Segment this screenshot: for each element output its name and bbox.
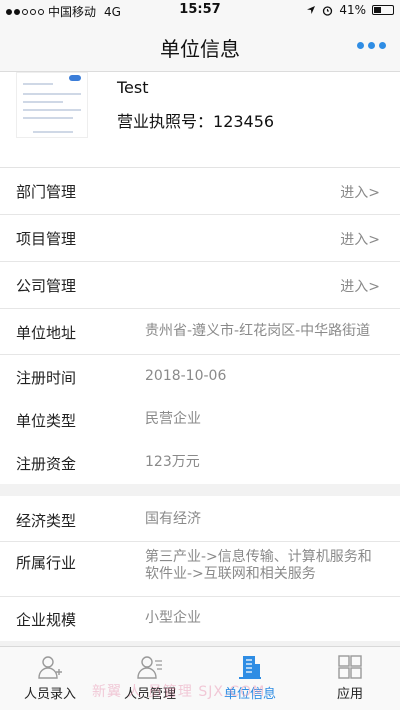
row-value: 国有经济 <box>145 511 201 527</box>
tab-apps[interactable]: 应用 <box>300 647 400 710</box>
company-header: Test 营业执照号：123456 <box>0 72 400 168</box>
registered-capital-row: 注册资金 123万元 <box>0 441 400 484</box>
battery-icon <box>372 5 394 15</box>
row-value: 2018-10-06 <box>145 368 227 384</box>
company-management-row[interactable]: 公司管理 进入> <box>0 262 400 309</box>
row-label: 所属行业 <box>16 554 77 572</box>
license-label: 营业执照号： <box>117 112 214 131</box>
row-label: 公司管理 <box>16 277 77 295</box>
business-license-image[interactable] <box>16 72 88 138</box>
enter-link[interactable]: 进入> <box>340 229 380 249</box>
row-label: 企业规模 <box>16 611 77 629</box>
row-value: 第三产业->信息传输、计算机服务和软件业->互联网和相关服务 <box>145 549 372 582</box>
row-value: 民营企业 <box>145 411 201 427</box>
industry-row: 所属行业 第三产业->信息传输、计算机服务和软件业->互联网和相关服务 <box>0 542 400 597</box>
license-number-line: 营业执照号：123456 <box>117 108 274 132</box>
grid-apps-icon <box>338 655 362 679</box>
tab-label: 人员管理 <box>123 687 176 702</box>
row-label: 单位类型 <box>16 412 77 430</box>
management-section: 部门管理 进入> 项目管理 进入> 公司管理 进入> <box>0 168 400 309</box>
row-label: 部门管理 <box>16 183 77 201</box>
row-value: 贵州省-遵义市-红花岗区-中华路街道 <box>145 323 371 339</box>
battery-percent: 41% <box>339 3 366 17</box>
company-scale-row: 企业规模 小型企业 <box>0 597 400 641</box>
row-value: 123万元 <box>145 454 200 470</box>
department-management-row[interactable]: 部门管理 进入> <box>0 168 400 215</box>
company-name: Test <box>117 78 149 97</box>
more-dots-icon <box>357 42 364 49</box>
company-type-row: 单位类型 民营企业 <box>0 398 400 441</box>
tab-person-management[interactable]: 人员管理 <box>100 647 200 710</box>
navigation-bar: 单位信息 <box>0 20 400 72</box>
person-list-icon <box>137 656 162 679</box>
bottom-tab-bar: 人员录入 人员管理 单位信息 应用 新翼 人 员管理 SJX.COM <box>0 646 400 710</box>
status-right: 41% <box>306 3 394 17</box>
row-label: 注册资金 <box>16 455 77 473</box>
tab-company-info[interactable]: 单位信息 <box>200 647 300 710</box>
status-bar: 中国移动 4G 15:57 41% <box>0 0 400 20</box>
project-management-row[interactable]: 项目管理 进入> <box>0 215 400 262</box>
row-label: 经济类型 <box>16 512 77 530</box>
alarm-clock-icon <box>323 5 333 16</box>
row-label: 注册时间 <box>16 369 77 387</box>
tab-person-entry[interactable]: 人员录入 <box>0 647 100 710</box>
building-icon <box>239 656 261 679</box>
registration-date-row: 注册时间 2018-10-06 <box>0 355 400 398</box>
location-arrow-icon <box>307 6 316 14</box>
row-label: 单位地址 <box>16 324 77 342</box>
economic-type-row: 经济类型 国有经济 <box>0 496 400 542</box>
license-number: 123456 <box>213 112 275 131</box>
info-section: 单位地址 贵州省-遵义市-红花岗区-中华路街道 注册时间 2018-10-06 … <box>0 309 400 484</box>
row-value: 小型企业 <box>145 610 201 626</box>
business-section: 经济类型 国有经济 所属行业 第三产业->信息传输、计算机服务和软件业->互联网… <box>0 496 400 641</box>
more-options-button[interactable] <box>357 42 386 49</box>
tab-label: 单位信息 <box>223 687 276 702</box>
person-add-icon <box>38 656 62 679</box>
tab-label: 应用 <box>336 687 363 702</box>
row-label: 项目管理 <box>16 230 77 248</box>
content-scroll[interactable]: Test 营业执照号：123456 部门管理 进入> 项目管理 进入> 公司管理… <box>0 72 400 646</box>
tab-label: 人员录入 <box>23 687 76 702</box>
page-title: 单位信息 <box>160 37 240 61</box>
enter-link[interactable]: 进入> <box>340 182 380 202</box>
enter-link[interactable]: 进入> <box>340 276 380 296</box>
address-row: 单位地址 贵州省-遵义市-红花岗区-中华路街道 <box>0 309 400 355</box>
